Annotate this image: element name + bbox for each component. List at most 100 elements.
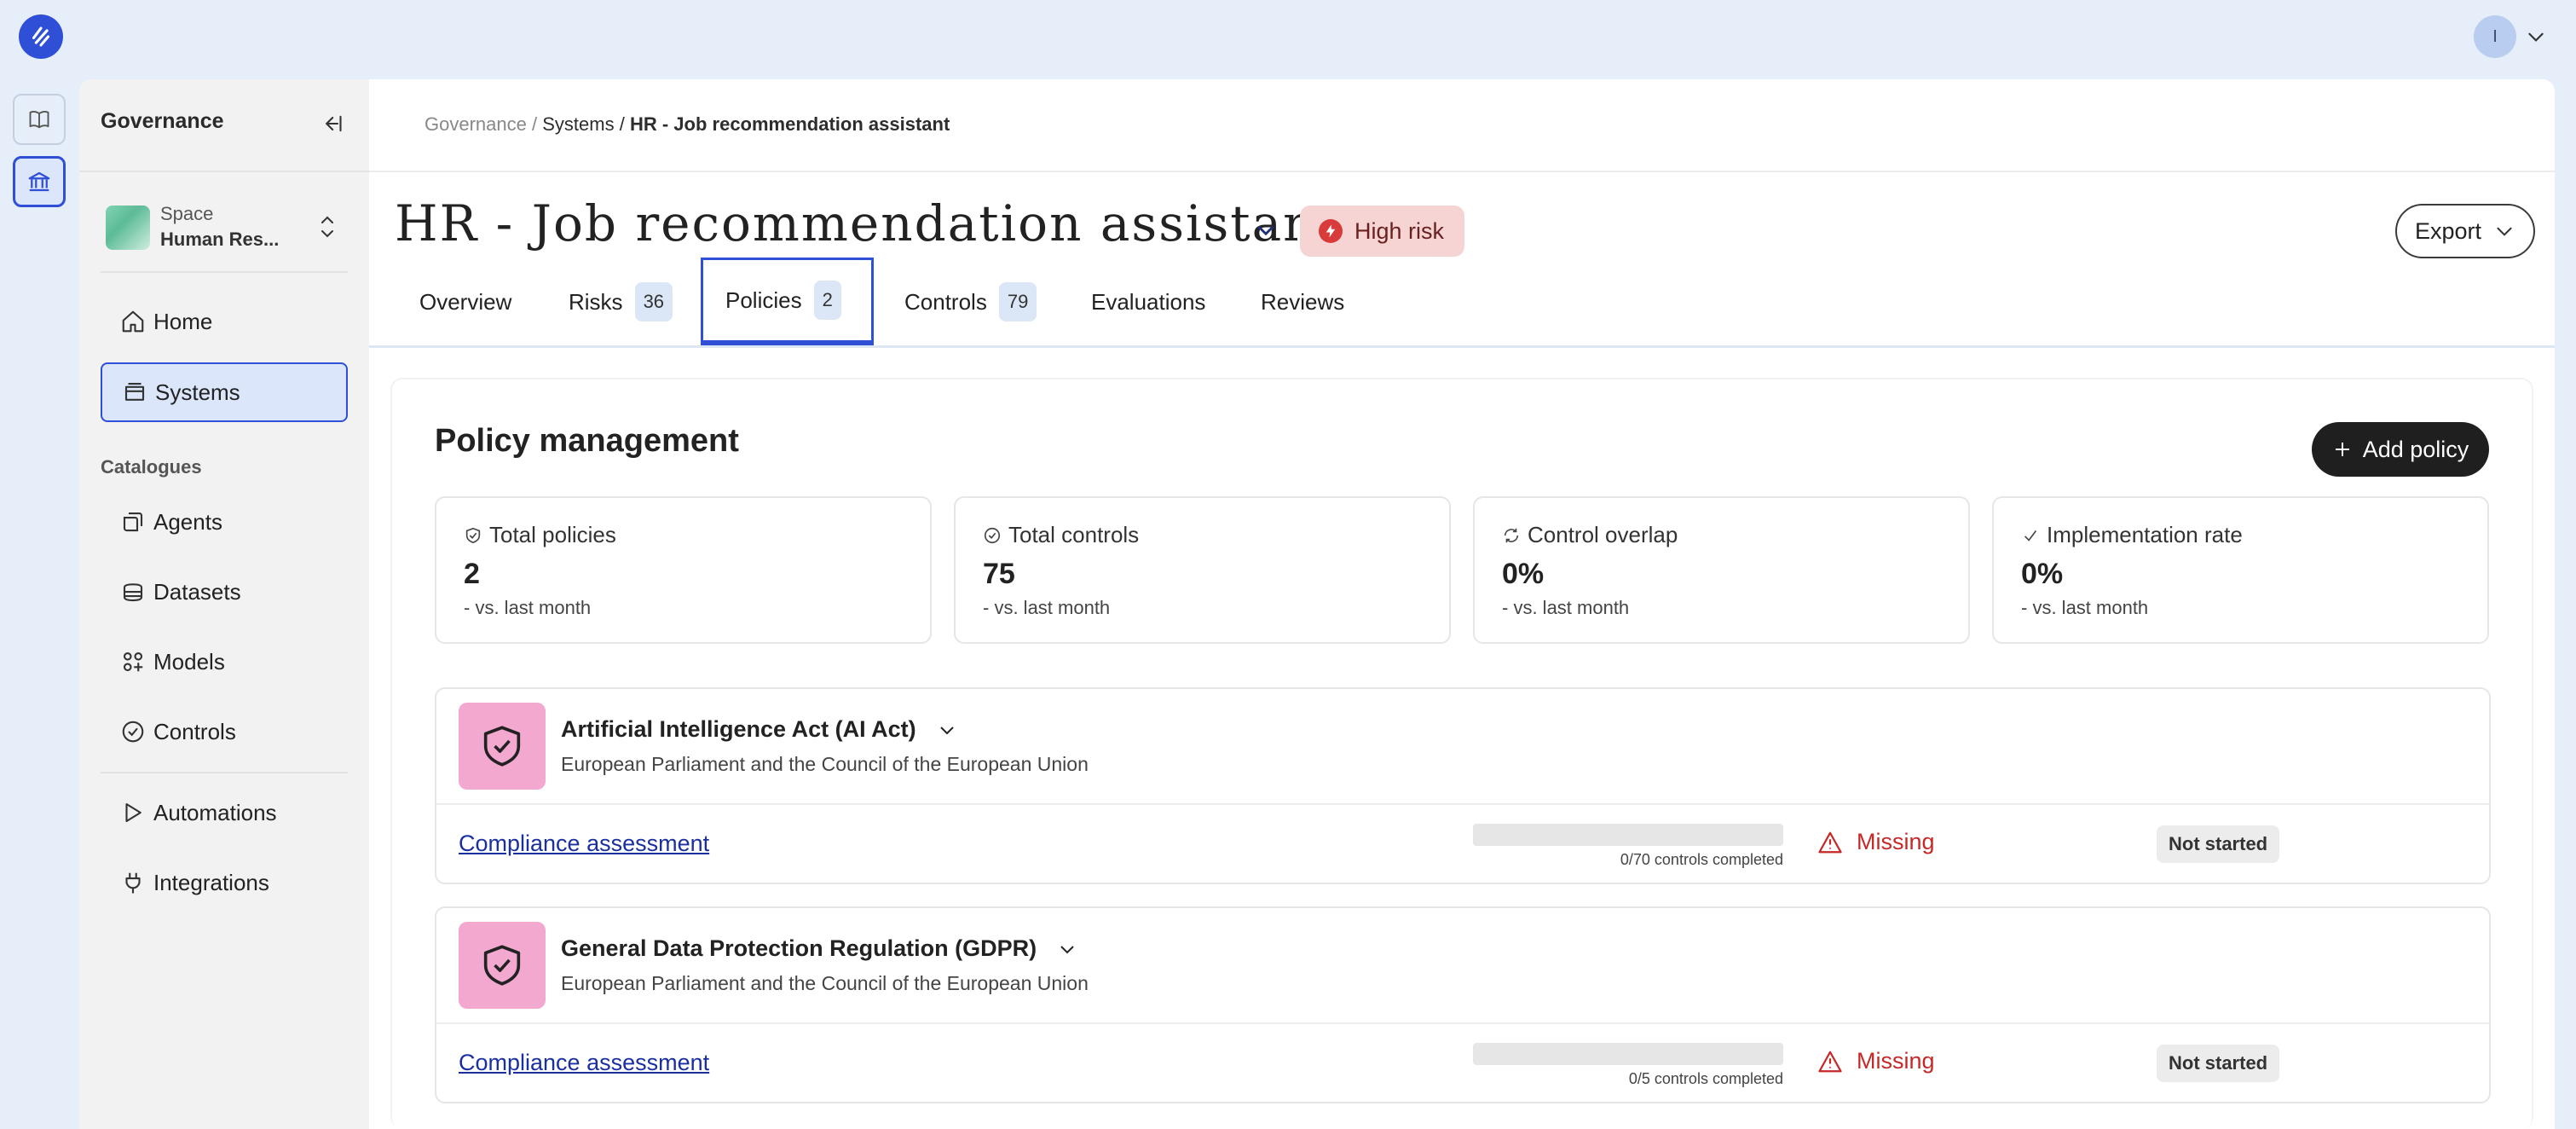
- policy-card: General Data Protection Regulation (GDPR…: [435, 906, 2491, 1103]
- sidebar-item-models[interactable]: Models: [101, 632, 348, 692]
- stat-delta: -: [464, 597, 471, 618]
- export-label: Export: [2414, 217, 2482, 244]
- systems-icon: [121, 379, 148, 406]
- stat-delta: -: [2021, 597, 2028, 618]
- stat-compare: vs. last month: [994, 597, 1111, 618]
- plug-icon: [119, 869, 147, 896]
- policy-card: Artificial Intelligence Act (AI Act) Eur…: [435, 687, 2491, 884]
- stat-value: 75: [983, 558, 1015, 590]
- chevron-up-down-icon[interactable]: [317, 213, 338, 240]
- tab-risks[interactable]: Risks 36: [546, 258, 695, 346]
- tab-label: Overview: [419, 288, 512, 315]
- logo-icon: [32, 26, 50, 47]
- sidebar-item-integrations[interactable]: Integrations: [101, 853, 348, 912]
- policy-organization: European Parliament and the Council of t…: [561, 753, 1089, 775]
- tab-evaluations[interactable]: Evaluations: [1069, 258, 1227, 346]
- risk-badge-label: High risk: [1354, 217, 1445, 244]
- lightning-icon: [1319, 219, 1343, 243]
- divider: [369, 345, 2555, 348]
- breadcrumb: Governance / Systems / HR - Job recommen…: [425, 113, 950, 136]
- sidebar-item-label: Systems: [155, 379, 240, 405]
- stat-compare: vs. last month: [1513, 597, 1630, 618]
- policy-name[interactable]: Artificial Intelligence Act (AI Act): [561, 716, 916, 743]
- stat-delta: -: [1502, 597, 1509, 618]
- tab-controls[interactable]: Controls 79: [882, 258, 1059, 346]
- tab-policies[interactable]: Policies 2: [701, 258, 874, 346]
- stat-implementation-rate: Implementation rate 0% - vs. last month: [1992, 496, 2489, 644]
- stat-value: 0%: [2021, 558, 2064, 590]
- divider: [79, 171, 369, 172]
- chevron-down-icon[interactable]: [1057, 939, 1077, 959]
- models-icon: [119, 648, 147, 675]
- status-label: Missing: [1857, 829, 1935, 854]
- status-missing: Missing: [1817, 829, 1935, 855]
- stat-delta: -: [983, 597, 990, 618]
- sidebar-item-home[interactable]: Home: [101, 292, 348, 351]
- stat-total-policies: Total policies 2 - vs. last month: [435, 496, 932, 644]
- chevron-down-icon[interactable]: [1255, 222, 1277, 240]
- breadcrumb-current: HR - Job recommendation assistant: [629, 113, 950, 135]
- shield-check-icon: [459, 703, 546, 790]
- tab-label: Evaluations: [1091, 288, 1206, 315]
- export-button[interactable]: Export: [2395, 204, 2535, 258]
- sidebar-item-datasets[interactable]: Datasets: [101, 562, 348, 622]
- check-circle-icon: [984, 527, 1001, 543]
- stat-value: 2: [464, 558, 480, 590]
- chevron-down-icon[interactable]: [2525, 26, 2547, 48]
- stat-label: Implementation rate: [2047, 522, 2243, 547]
- datasets-icon: [119, 578, 147, 605]
- collapse-sidebar-icon[interactable]: [318, 112, 345, 136]
- sidebar-item-controls[interactable]: Controls: [101, 702, 348, 761]
- shield-check-icon: [465, 527, 481, 543]
- user-avatar[interactable]: I: [2474, 15, 2516, 58]
- policy-organization: European Parliament and the Council of t…: [561, 972, 1089, 994]
- bank-icon: [28, 171, 50, 192]
- controls-icon: [119, 718, 147, 745]
- rail-docs-button[interactable]: [13, 94, 66, 145]
- divider: [101, 772, 348, 773]
- sidebar-title: Governance: [101, 109, 224, 133]
- compliance-assessment-link[interactable]: Compliance assessment: [459, 831, 709, 857]
- policy-name[interactable]: General Data Protection Regulation (GDPR…: [561, 935, 1037, 962]
- app-logo[interactable]: [19, 14, 63, 59]
- breadcrumb-systems[interactable]: Systems: [542, 113, 614, 135]
- stat-label: Total controls: [1008, 522, 1140, 547]
- stat-label: Total policies: [489, 522, 616, 547]
- add-policy-button[interactable]: Add policy: [2312, 422, 2489, 477]
- stat-compare: vs. last month: [2032, 597, 2149, 618]
- add-policy-label: Add policy: [2362, 436, 2469, 462]
- warning-icon: [1818, 831, 1842, 853]
- tab-label: Policies: [725, 287, 802, 313]
- tab-count-badge: 36: [634, 282, 673, 321]
- sidebar-item-agents[interactable]: Agents: [101, 492, 348, 552]
- tab-reviews[interactable]: Reviews: [1239, 258, 1366, 346]
- state-badge: Not started: [2157, 1045, 2280, 1082]
- chevron-down-icon: [2497, 227, 2512, 236]
- tab-label: Controls: [904, 288, 987, 315]
- tab-count-badge: 79: [998, 282, 1037, 321]
- divider: [369, 171, 2555, 172]
- stat-label: Control overlap: [1528, 522, 1678, 547]
- status-label: Missing: [1857, 1048, 1935, 1074]
- shield-check-icon: [459, 922, 546, 1009]
- sidebar-item-systems[interactable]: Systems: [101, 362, 348, 422]
- tab-label: Risks: [569, 288, 623, 315]
- rail-governance-button[interactable]: [13, 156, 66, 207]
- play-icon: [119, 799, 147, 826]
- home-icon: [119, 308, 147, 335]
- sidebar-item-label: Integrations: [153, 869, 269, 895]
- sidebar-item-automations[interactable]: Automations: [101, 783, 348, 842]
- controls-progress-bar: [1473, 824, 1783, 846]
- space-name[interactable]: Human Res...: [160, 229, 279, 251]
- sidebar-item-label: Agents: [153, 508, 222, 535]
- stat-value: 0%: [1502, 558, 1545, 590]
- breadcrumb-root[interactable]: Governance: [425, 113, 527, 135]
- chevron-down-icon[interactable]: [937, 720, 957, 740]
- sidebar-item-label: Automations: [153, 799, 277, 825]
- space-label: Space: [160, 203, 214, 224]
- compliance-assessment-link[interactable]: Compliance assessment: [459, 1050, 709, 1076]
- divider: [436, 803, 2489, 805]
- tab-overview[interactable]: Overview: [397, 258, 534, 346]
- state-badge: Not started: [2157, 825, 2280, 863]
- book-icon: [29, 110, 49, 129]
